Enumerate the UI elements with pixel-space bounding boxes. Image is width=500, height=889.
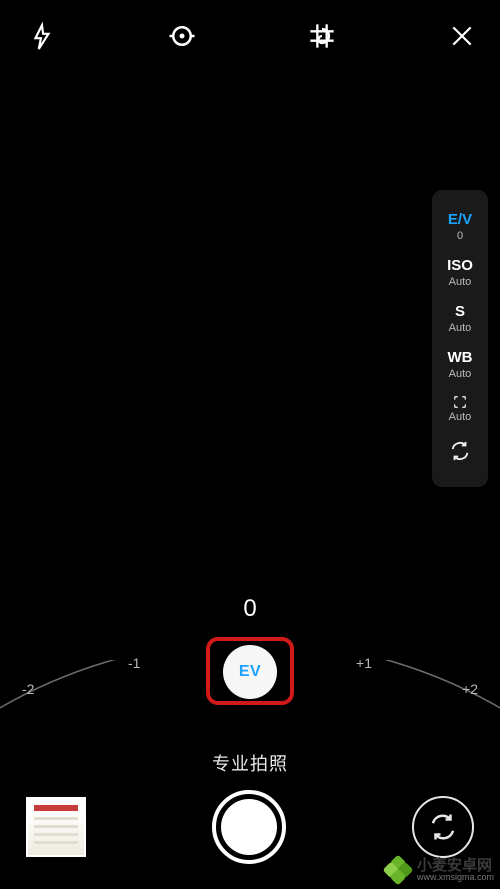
grid-icon[interactable]: [304, 18, 340, 54]
watermark-text-wrap: 小麦安卓网 www.xmsigma.com: [417, 858, 494, 882]
param-shutter-value: Auto: [432, 322, 488, 335]
mode-label: 专业拍照: [0, 750, 500, 776]
param-shutter[interactable]: S Auto: [432, 296, 488, 342]
shutter-inner: [221, 799, 277, 855]
gallery-thumbnail[interactable]: [26, 797, 86, 857]
param-iso-label: ISO: [432, 257, 488, 274]
param-wb-value: Auto: [432, 368, 488, 381]
metering-icon[interactable]: [164, 18, 200, 54]
dial-tick-minus2: -2: [22, 681, 34, 697]
param-iso-value: Auto: [432, 276, 488, 289]
dial-tick-minus1: -1: [128, 655, 140, 671]
param-ev-value: 0: [432, 230, 488, 243]
dial-tick-plus2: +2: [462, 681, 478, 697]
close-icon[interactable]: [444, 18, 480, 54]
dial-knob-label: EV: [239, 663, 261, 681]
param-shutter-label: S: [432, 303, 488, 320]
switch-camera-button[interactable]: [412, 796, 474, 858]
watermark-name: 小麦安卓网: [417, 858, 494, 873]
flash-icon[interactable]: [24, 18, 60, 54]
param-focus-value: Auto: [432, 411, 488, 424]
dial-tick-plus1: +1: [356, 655, 372, 671]
param-ev[interactable]: E/V 0: [432, 204, 488, 250]
param-iso[interactable]: ISO Auto: [432, 250, 488, 296]
shutter-button[interactable]: [212, 790, 286, 864]
param-ev-label: E/V: [432, 211, 488, 228]
parameter-panel: E/V 0 ISO Auto S Auto WB Auto Auto: [432, 190, 488, 487]
reset-icon[interactable]: [449, 430, 471, 477]
ev-dial[interactable]: 0 -2 -1 +1 +2 EV: [0, 595, 500, 745]
watermark-url: www.xmsigma.com: [417, 873, 494, 882]
watermark: 小麦安卓网 www.xmsigma.com: [385, 857, 494, 883]
watermark-logo: [385, 857, 411, 883]
top-bar: [0, 12, 500, 60]
dial-current-value: 0: [243, 595, 256, 623]
param-focus[interactable]: Auto: [432, 388, 488, 431]
dial-knob[interactable]: EV: [223, 645, 277, 699]
param-wb-label: WB: [432, 349, 488, 366]
focus-icon: [432, 395, 488, 409]
param-wb[interactable]: WB Auto: [432, 342, 488, 388]
